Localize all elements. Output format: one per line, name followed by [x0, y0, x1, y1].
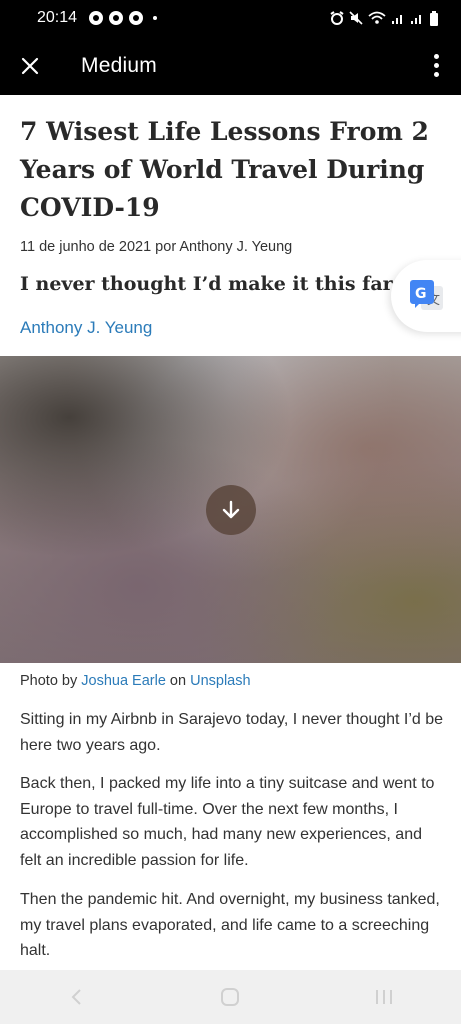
system-navigation-bar: [0, 970, 461, 1024]
facebook-icon: [129, 11, 144, 25]
photo-caption: Photo by Joshua Earle on Unsplash: [20, 673, 251, 689]
more-options-button[interactable]: [411, 36, 461, 95]
more-vert-dot: [433, 63, 439, 68]
mute-icon: [349, 11, 363, 25]
home-icon: [221, 988, 240, 1006]
arrow-down-icon: [222, 500, 240, 519]
app-bar: Medium: [0, 36, 461, 95]
article-subtitle: I never thought I’d make it this far.: [20, 273, 398, 295]
close-icon: [21, 57, 39, 74]
hero-image: [0, 356, 461, 663]
signal-icon: [411, 15, 421, 24]
caption-prefix: Photo by: [20, 673, 82, 689]
home-button[interactable]: [200, 970, 260, 1024]
close-button[interactable]: [0, 36, 60, 95]
back-icon: [71, 989, 81, 1005]
more-vert-icon: [433, 54, 439, 59]
caption-middle: on: [165, 673, 191, 689]
download-image-button[interactable]: [206, 485, 256, 535]
translate-button[interactable]: 文 G: [391, 260, 461, 332]
more-vert-dot: [433, 72, 439, 77]
recents-button[interactable]: [354, 970, 414, 1024]
app-title: Medium: [81, 53, 157, 77]
status-bar: 20:14: [0, 0, 461, 36]
status-time: 20:14: [37, 9, 78, 26]
alarm-icon: [330, 11, 344, 25]
settings-app-icon: [109, 11, 124, 25]
back-button[interactable]: [47, 970, 107, 1024]
article-title: 7 Wisest Life Lessons From 2 Years of Wo…: [20, 117, 429, 222]
battery-icon: [430, 10, 438, 26]
recents-icon: [376, 990, 393, 1004]
paragraph-2: Back then, I packed my life into a tiny …: [20, 775, 435, 869]
wifi-icon: [368, 11, 386, 24]
svg-text:G: G: [415, 286, 427, 302]
chrome-icon: [89, 11, 104, 25]
photographer-link[interactable]: Joshua Earle: [81, 673, 166, 689]
signal-icon: [392, 15, 402, 24]
paragraph-1: Sitting in my Airbnb in Sarajevo today, …: [20, 711, 444, 754]
unsplash-link[interactable]: Unsplash: [190, 673, 250, 689]
author-link[interactable]: Anthony J. Yeung: [20, 318, 152, 338]
google-translate-icon: 文 G: [410, 280, 443, 310]
more-notifications-dot-icon: [153, 16, 158, 20]
paragraph-3: Then the pandemic hit. And overnight, my…: [20, 891, 440, 959]
article-meta: 11 de junho de 2021 por Anthony J. Yeung: [20, 239, 293, 255]
